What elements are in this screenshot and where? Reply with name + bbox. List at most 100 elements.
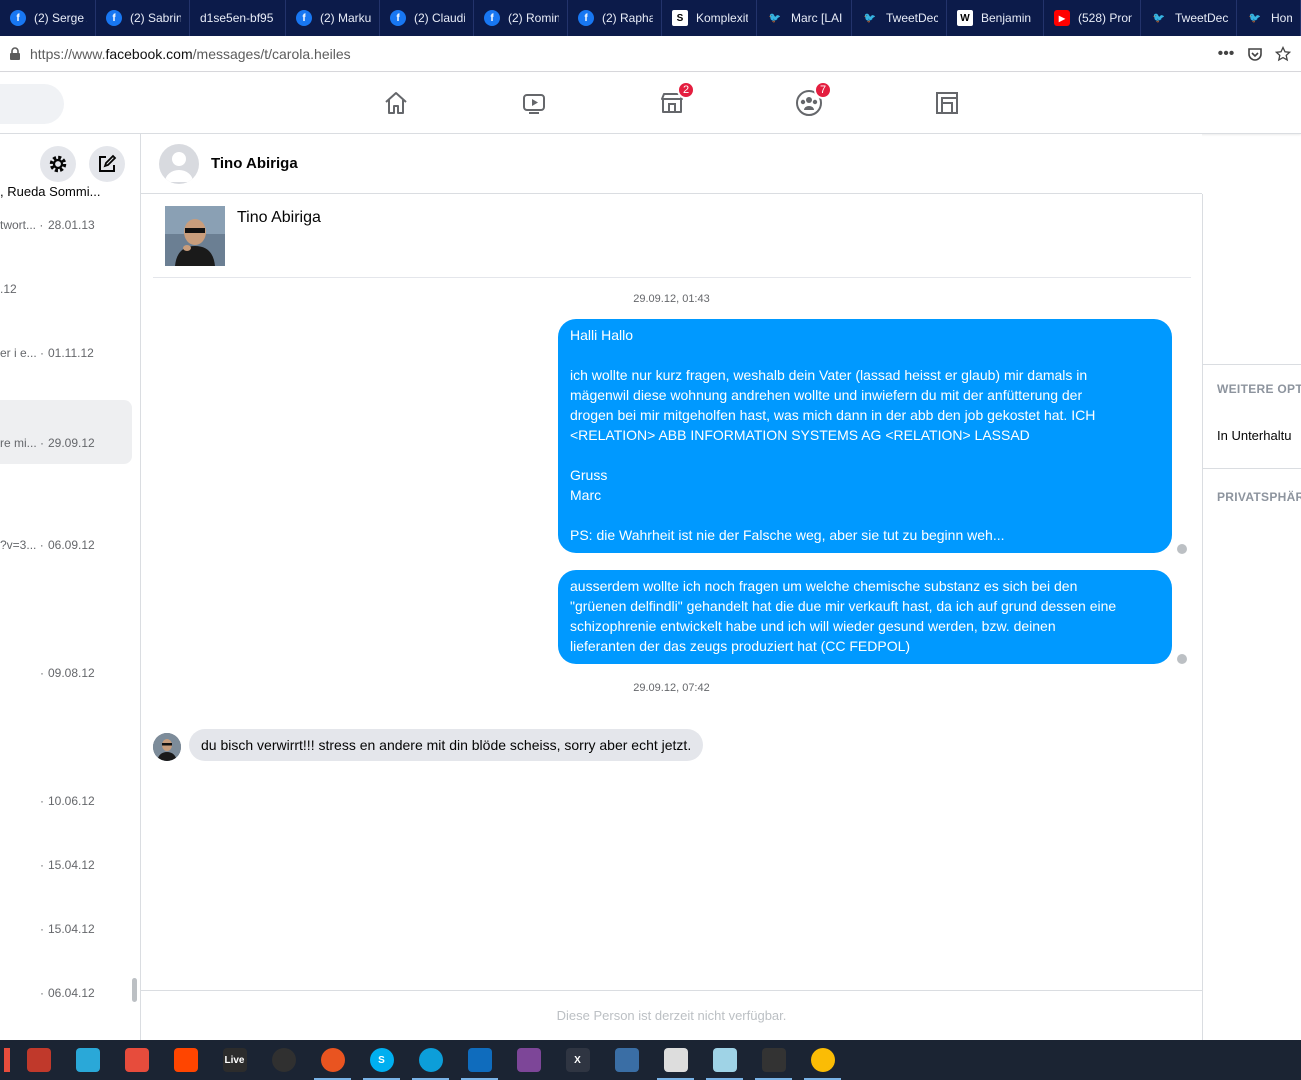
browser-tab[interactable]: f (2) Romin — [474, 0, 568, 36]
conversation-date: 06.04.12 — [48, 986, 95, 1000]
watch-icon[interactable] — [519, 88, 549, 118]
taskbar-app[interactable]: S — [357, 1040, 406, 1080]
profile-photo[interactable] — [165, 206, 225, 266]
search-in-conversation-item[interactable]: In Unterhaltu — [1217, 428, 1291, 443]
new-message-button[interactable] — [89, 146, 125, 182]
twitter-icon: 🐦 — [1152, 12, 1166, 24]
contact-avatar[interactable] — [159, 144, 199, 184]
home-icon[interactable] — [381, 88, 411, 118]
taskbar-app[interactable] — [259, 1040, 308, 1080]
taskbar-app[interactable] — [455, 1040, 504, 1080]
maps-icon — [75, 1048, 100, 1072]
conversation-item[interactable]: re mi... · 29.09.12 — [0, 400, 132, 464]
conversation-date: 15.04.12 — [48, 858, 95, 872]
browser-tab[interactable]: 🐦 TweetDeck — [1141, 0, 1237, 36]
conversation-item[interactable]: er i e... · 01.11.12 — [0, 322, 132, 386]
taskbar-app[interactable] — [651, 1040, 700, 1080]
more-options-heading[interactable]: WEITERE OPT — [1217, 382, 1301, 396]
taskbar-app[interactable] — [112, 1040, 161, 1080]
groups-icon[interactable]: 7 — [794, 81, 832, 118]
browser-tab-label: TweetDeck — [1175, 11, 1228, 25]
windows-icon — [4, 1048, 10, 1072]
pocket-icon[interactable] — [1247, 46, 1263, 62]
conversation-item[interactable]: · 09.08.12 — [0, 642, 132, 706]
message-timestamp: 29.09.12, 07:42 — [633, 682, 710, 694]
unavailable-notice: Diese Person ist derzeit nicht verfügbar… — [556, 1008, 787, 1023]
incoming-message[interactable]: du bisch verwirrt!!! stress en andere mi… — [189, 729, 704, 761]
taskbar-app[interactable]: X — [553, 1040, 602, 1080]
taskbar-app[interactable] — [161, 1040, 210, 1080]
twitter-icon: 🐦 — [768, 12, 782, 24]
browser-tab[interactable]: f (2) Markus — [286, 0, 380, 36]
browser-tab[interactable]: f (2) Sabrina — [96, 0, 190, 36]
facebook-icon: f — [10, 10, 26, 26]
facebook-top-nav: 2 7 — [0, 73, 1301, 134]
conversation-date: 09.08.12 — [48, 666, 95, 680]
conversation-item[interactable]: .12 — [0, 258, 132, 322]
taskbar-app[interactable] — [700, 1040, 749, 1080]
privacy-heading[interactable]: PRIVATSPHÄR — [1217, 490, 1301, 504]
browser-tab[interactable]: S Komplexit — [662, 0, 757, 36]
browser-tab[interactable]: d1se5en-bf95 — [190, 0, 286, 36]
browser-tab[interactable]: 🐦 Marc [LAI — [757, 0, 852, 36]
chat-header: Tino Abiriga — [141, 134, 1202, 194]
conversation-date: 28.01.13 — [48, 218, 95, 232]
conversation-item[interactable]: · 15.04.12 — [0, 898, 132, 962]
conversation-item[interactable]: · 15.04.12 — [0, 834, 132, 898]
conversation-date: 10.06.12 — [48, 794, 95, 808]
contact-name[interactable]: Tino Abiriga — [211, 155, 298, 172]
settings-button[interactable] — [40, 146, 76, 182]
browser-tab[interactable]: f (2) Claudi — [380, 0, 474, 36]
divider — [1203, 468, 1301, 469]
conversation-snippet: .12 — [0, 282, 17, 296]
browser-tab[interactable]: 🐦 TweetDeck — [852, 0, 947, 36]
browser-tab[interactable]: ▶ (528) Pron — [1044, 0, 1141, 36]
facebook-icon: f — [484, 10, 500, 26]
profile-card: Tino Abiriga — [153, 195, 1191, 278]
gear-icon — [49, 155, 67, 173]
search-input[interactable] — [0, 84, 64, 124]
taskbar-app[interactable]: Live — [210, 1040, 259, 1080]
bookmark-star-icon[interactable] — [1275, 45, 1291, 62]
taskbar-app[interactable] — [504, 1040, 553, 1080]
live-app-icon: Live — [222, 1048, 247, 1072]
marketplace-icon[interactable]: 2 — [657, 81, 695, 118]
browser-tab-label: d1se5en-bf95 — [200, 11, 274, 25]
box-app-icon — [173, 1048, 198, 1072]
start-button[interactable] — [0, 1040, 14, 1080]
conversation-date: 29.09.12 — [48, 436, 95, 450]
taskbar-app[interactable] — [602, 1040, 651, 1080]
taskbar-app[interactable] — [63, 1040, 112, 1080]
conversation-snippet: re mi... · — [0, 436, 44, 450]
taskbar-app[interactable] — [406, 1040, 455, 1080]
windows-taskbar: Live S X — [0, 1040, 1301, 1080]
divider — [1203, 364, 1301, 365]
conversation-date: 06.09.12 — [48, 538, 95, 552]
taskbar-app[interactable] — [14, 1040, 63, 1080]
gaming-icon[interactable] — [932, 88, 962, 118]
taskbar-app[interactable] — [308, 1040, 357, 1080]
more-actions-icon[interactable]: ••• — [1217, 45, 1235, 63]
conversation-item[interactable]: · 06.04.12 — [0, 962, 132, 1026]
wikipedia-icon: W — [957, 10, 973, 26]
facebook-icon: f — [296, 10, 312, 26]
url-text[interactable]: https://www.facebook.com/messages/t/caro… — [30, 46, 351, 62]
browser-tab-label: (2) Serge A — [34, 11, 87, 25]
conversation-item[interactable]: ?v=3... · 06.09.12 — [0, 514, 132, 578]
outgoing-message[interactable]: Halli Hallo ich wollte nur kurz fragen, … — [558, 319, 1172, 553]
profile-name[interactable]: Tino Abiriga — [237, 209, 321, 227]
taskbar-app[interactable] — [749, 1040, 798, 1080]
address-bar[interactable]: https://www.facebook.com/messages/t/caro… — [0, 36, 1301, 72]
conversation-item[interactable]: twort... · 28.01.13 — [0, 194, 132, 258]
sender-avatar[interactable] — [153, 733, 181, 761]
outgoing-message[interactable]: ausserdem wollte ich noch fragen um welc… — [558, 570, 1172, 664]
browser-tab[interactable]: f (2) Raphael — [568, 0, 662, 36]
conversation-list-scrollbar[interactable] — [132, 978, 137, 1002]
browser-tab-label: Marc [LAI — [791, 11, 843, 25]
browser-tab[interactable]: 🐦 Home — [1237, 0, 1301, 36]
conversation-snippet: twort... · — [0, 218, 44, 232]
browser-tab[interactable]: W Benjamin — [947, 0, 1044, 36]
browser-tab[interactable]: f (2) Serge A — [0, 0, 96, 36]
conversation-item[interactable]: · 10.06.12 — [0, 770, 132, 834]
taskbar-app[interactable] — [798, 1040, 847, 1080]
